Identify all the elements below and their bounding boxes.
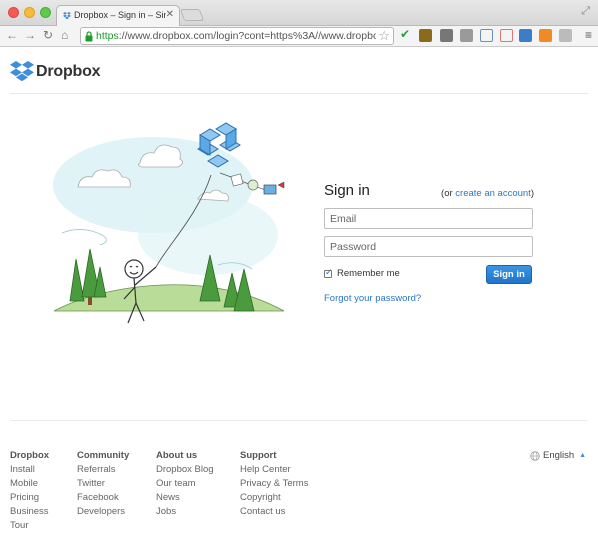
browser-titlebar: Dropbox – Sign in – Simple ✕ ⤢ (0, 0, 598, 27)
caret-up-icon: ▲ (579, 452, 587, 459)
footer-link[interactable]: Tour (10, 520, 49, 534)
browser-toolbar: ← → ↻ ⌂ https://www.dropbox.com/login?co… (0, 26, 598, 47)
footer-column-about: About us Dropbox Blog Our team News Jobs (156, 450, 214, 520)
footer-link[interactable]: Referrals (77, 464, 129, 478)
footer-link[interactable]: Business (10, 506, 49, 520)
footer-link[interactable]: Privacy & Terms (240, 478, 308, 492)
footer-link[interactable]: Copyright (240, 492, 308, 506)
footer-column-support: Support Help Center Privacy & Terms Copy… (240, 450, 308, 520)
footer-link[interactable]: Pricing (10, 492, 49, 506)
kite-illustration (53, 122, 285, 324)
footer-column-dropbox: Dropbox Install Mobile Pricing Business … (10, 450, 49, 534)
footer-heading: About us (156, 450, 198, 461)
footer-heading: Support (240, 450, 277, 461)
footer-link[interactable]: Help Center (240, 464, 308, 478)
footer-link[interactable]: Dropbox Blog (156, 464, 214, 478)
browser-tab[interactable]: Dropbox – Sign in – Simple ✕ (56, 5, 180, 27)
note-extension-icon[interactable] (500, 29, 513, 42)
close-window-button[interactable] (8, 7, 19, 18)
language-label: English (543, 450, 575, 461)
bookmark-star-icon[interactable]: ☆ (378, 28, 390, 44)
dropbox-logo-icon[interactable] (10, 60, 34, 82)
footer-link[interactable]: Facebook (77, 492, 129, 506)
forward-arrow-icon[interactable]: → (24, 28, 36, 42)
footer-link[interactable]: Our team (156, 478, 214, 492)
lock-icon (85, 31, 93, 42)
extension-icon[interactable] (559, 29, 572, 42)
globe-icon (530, 450, 540, 461)
footer-heading: Dropbox (10, 450, 50, 461)
screenshot-extension-icon[interactable] (480, 29, 493, 42)
address-bar[interactable]: https://www.dropbox.com/login?cont=https… (80, 27, 394, 45)
fullscreen-icon[interactable]: ⤢ (581, 5, 590, 18)
forgot-password-link[interactable]: Forgot your password? (324, 293, 421, 304)
mail-extension-icon[interactable] (460, 29, 473, 42)
home-icon[interactable]: ⌂ (61, 28, 68, 42)
tab-title: Dropbox – Sign in – Simple (74, 10, 166, 20)
new-tab-button[interactable] (179, 9, 205, 21)
extension-icon[interactable] (519, 29, 532, 42)
zoom-window-button[interactable] (40, 7, 51, 18)
extension-icon[interactable] (419, 29, 432, 42)
remember-me-row: Remember me (324, 267, 400, 279)
footer-link[interactable]: Jobs (156, 506, 214, 520)
footer-link[interactable]: News (156, 492, 214, 506)
dropbox-wordmark[interactable]: Dropbox (36, 63, 101, 81)
footer-link[interactable]: Mobile (10, 478, 49, 492)
signin-button[interactable]: Sign in (486, 265, 532, 284)
footer-column-community: Community Referrals Twitter Facebook Dev… (77, 450, 129, 520)
rss-extension-icon[interactable] (539, 29, 552, 42)
remember-me-label[interactable]: Remember me (337, 268, 400, 279)
back-arrow-icon[interactable]: ← (6, 28, 18, 42)
tab-close-icon[interactable]: ✕ (166, 9, 174, 20)
email-field[interactable] (324, 208, 533, 229)
password-field[interactable] (324, 236, 533, 257)
footer-link[interactable]: Contact us (240, 506, 308, 520)
create-account-prompt: (or create an account) (441, 188, 534, 199)
checkmark-extension-icon[interactable]: ✔ (400, 27, 413, 41)
url-text: https://www.dropbox.com/login?cont=https… (96, 30, 376, 42)
footer-link[interactable]: Install (10, 464, 49, 478)
remember-me-checkbox[interactable] (324, 267, 333, 278)
menu-icon[interactable]: ≡ (585, 28, 592, 42)
footer-divider (10, 420, 588, 421)
footer-heading: Community (77, 450, 130, 461)
signin-title: Sign in (324, 182, 370, 199)
footer-link[interactable]: Twitter (77, 478, 129, 492)
minimize-window-button[interactable] (24, 7, 35, 18)
extension-icon[interactable] (440, 29, 453, 42)
create-account-link[interactable]: create an account (455, 188, 531, 199)
footer-link[interactable]: Developers (77, 506, 129, 520)
dropbox-favicon-icon (63, 12, 71, 20)
reload-icon[interactable]: ↻ (43, 28, 53, 42)
language-selector[interactable]: English ▲ (530, 450, 586, 461)
header-divider (10, 93, 588, 94)
